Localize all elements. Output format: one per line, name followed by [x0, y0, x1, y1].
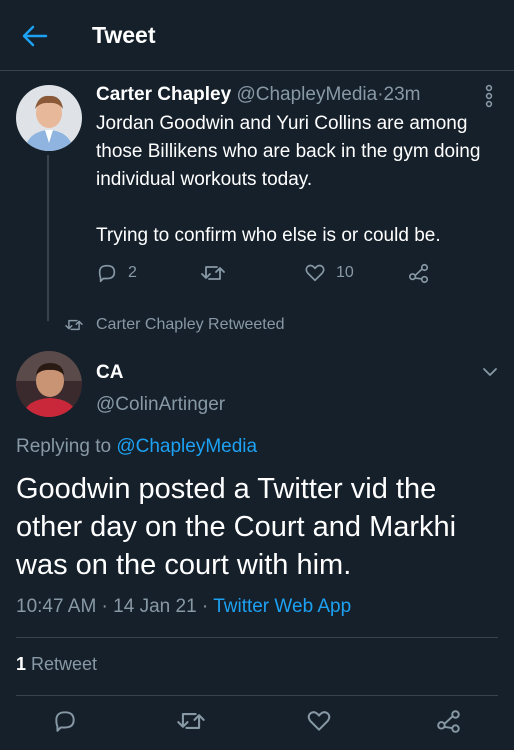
- separator-dot: ·: [196, 596, 214, 617]
- share-icon: [408, 262, 430, 284]
- author-name[interactable]: CA: [96, 362, 123, 384]
- retweet-icon[interactable]: [176, 708, 206, 734]
- retweet-count-label: Retweet: [26, 654, 98, 674]
- reply-button[interactable]: 2: [96, 262, 137, 284]
- tweet-paragraph: Jordan Goodwin and Yuri Collins are amon…: [96, 113, 481, 190]
- author-name[interactable]: Carter Chapley: [96, 84, 231, 105]
- tweet-source-link[interactable]: Twitter Web App: [213, 596, 351, 617]
- retweet-icon: [200, 262, 226, 284]
- like-button[interactable]: 10: [304, 262, 354, 284]
- chevron-down-icon[interactable]: [480, 362, 500, 382]
- retweet-button[interactable]: [200, 262, 226, 284]
- like-icon[interactable]: [306, 708, 332, 734]
- retweet-count: 1: [16, 654, 27, 674]
- tweet-header: Carter Chapley @ChapleyMedia·23m: [96, 84, 421, 106]
- avatar[interactable]: [16, 351, 82, 417]
- author-handle[interactable]: @ChapleyMedia: [236, 84, 377, 105]
- tweet-date: 14 Jan 21: [113, 596, 197, 617]
- tweet-text: Goodwin posted a Twitter vid the other d…: [16, 473, 457, 581]
- back-arrow-icon[interactable]: [20, 22, 50, 50]
- thread-line: [47, 155, 49, 321]
- tweet-metadata: 10:47 AM · 14 Jan 21 · Twitter Web App: [16, 596, 351, 618]
- retweeted-by-note[interactable]: Carter Chapley Retweeted: [64, 316, 285, 334]
- divider: [16, 695, 498, 696]
- reply-icon: [96, 262, 118, 284]
- share-button[interactable]: [408, 262, 430, 284]
- page-title: Tweet: [92, 22, 156, 48]
- divider: [16, 637, 498, 638]
- replying-to-line: Replying to @ChapleyMedia: [16, 436, 257, 458]
- replying-to-prefix: Replying to: [16, 436, 117, 457]
- top-bar: [0, 0, 514, 71]
- retweet-icon: [65, 319, 83, 331]
- tweet-text: Jordan Goodwin and Yuri Collins are amon…: [96, 110, 496, 250]
- reply-count: 2: [128, 264, 137, 281]
- like-icon: [304, 262, 326, 284]
- tweet-paragraph: Trying to confirm who else is or could b…: [96, 225, 441, 246]
- tweet-time: 23m: [383, 84, 421, 105]
- more-vertical-icon[interactable]: [482, 84, 496, 108]
- share-icon[interactable]: [436, 708, 462, 734]
- retweeted-by-label: Carter Chapley Retweeted: [96, 316, 285, 333]
- replying-to-link[interactable]: @ChapleyMedia: [116, 436, 257, 457]
- retweet-count-link[interactable]: 1 Retweet: [16, 654, 97, 675]
- reply-icon[interactable]: [52, 708, 78, 734]
- like-count: 10: [336, 264, 354, 281]
- separator-dot: ·: [96, 596, 114, 617]
- avatar[interactable]: [16, 85, 82, 151]
- author-handle[interactable]: @ColinArtinger: [96, 394, 225, 416]
- tweet-time: 10:47 AM: [16, 596, 97, 617]
